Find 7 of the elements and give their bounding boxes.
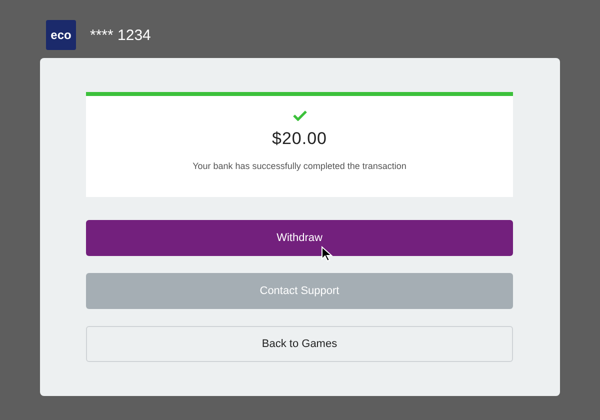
status-message: Your bank has successfully completed the transaction bbox=[192, 161, 406, 171]
action-button[interactable]: Back to Games bbox=[86, 326, 513, 362]
check-icon bbox=[292, 110, 306, 121]
logo: eco bbox=[46, 20, 76, 50]
amount: $20.00 bbox=[272, 129, 327, 149]
account-number: **** 1234 bbox=[90, 26, 151, 44]
cursor-icon bbox=[321, 246, 333, 262]
